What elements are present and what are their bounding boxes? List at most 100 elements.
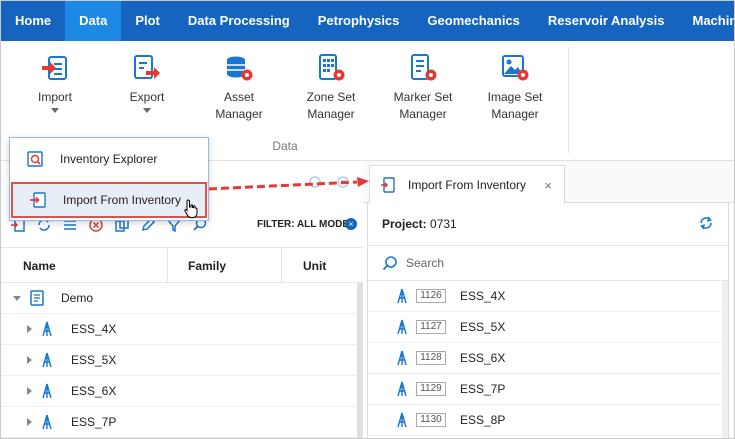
refresh-icon[interactable]: [698, 215, 714, 231]
well-id-badge: 1126: [416, 289, 446, 303]
tree-row-well[interactable]: ESS_7P: [1, 407, 357, 438]
tree-row-well[interactable]: ESS_5X: [1, 345, 357, 376]
project-info: Project: 0731: [382, 217, 457, 231]
chevron-right-icon[interactable]: [25, 418, 33, 426]
tree-row-project[interactable]: Demo: [1, 283, 357, 314]
well-icon: [397, 319, 407, 335]
export-button[interactable]: Export: [105, 53, 189, 113]
project-icon: [30, 290, 44, 306]
menu-machine-learning[interactable]: Machine Learning: [679, 1, 735, 41]
marker-set-manager-line1: Marker Set: [393, 90, 453, 104]
ribbon-group-label: Data: [272, 139, 298, 153]
right-scrollbar[interactable]: [722, 281, 728, 438]
column-name-header[interactable]: Name: [23, 259, 56, 273]
app-window: Home Data Plot Data Processing Petrophys…: [0, 0, 735, 439]
menu-home[interactable]: Home: [1, 1, 65, 41]
import-label: Import: [37, 90, 72, 104]
well-name: ESS_8P: [460, 413, 506, 427]
import-from-inventory-icon: [30, 192, 46, 208]
column-family-header[interactable]: Family: [188, 259, 226, 273]
search-icon: [382, 256, 397, 271]
well-icon: [42, 414, 52, 430]
column-unit-header[interactable]: Unit: [303, 259, 326, 273]
ribbon-divider: [568, 47, 569, 153]
menu-plot[interactable]: Plot: [121, 1, 174, 41]
marker-set-manager-button[interactable]: Marker Set Manager: [381, 53, 465, 123]
right-tab-strip: Import From Inventory ×: [363, 161, 734, 204]
asset-manager-line1: Asset: [223, 90, 254, 104]
well-list-item[interactable]: 1130 ESS_8P: [368, 405, 728, 436]
search-placeholder: Search: [406, 256, 445, 270]
chevron-right-icon[interactable]: [25, 325, 33, 333]
well-icon: [42, 383, 52, 399]
well-list-item[interactable]: 1129 ESS_7P: [368, 374, 728, 405]
export-label: Export: [129, 90, 165, 104]
column-divider[interactable]: [167, 248, 168, 282]
menu-data-processing[interactable]: Data Processing: [174, 1, 304, 41]
well-icon: [42, 321, 52, 337]
chevron-right-icon[interactable]: [25, 387, 33, 395]
image-set-gear-icon: [502, 55, 529, 81]
well-icon: [42, 352, 52, 368]
column-divider[interactable]: [281, 248, 282, 282]
well-id-badge: 1129: [416, 382, 446, 396]
project-value: 0731: [430, 217, 457, 231]
well-icon: [397, 288, 407, 304]
marker-set-manager-line2: Manager: [399, 107, 447, 121]
tree-row-well[interactable]: ESS_4X: [1, 314, 357, 345]
well-name: ESS_6X: [460, 351, 506, 365]
grid-header: Name Family Unit: [1, 247, 363, 283]
asset-manager-line2: Manager: [215, 107, 263, 121]
import-from-inventory-panel: Project: 0731 Search 1126 ESS_4X 1127 ES…: [367, 203, 729, 438]
close-tab-icon[interactable]: ×: [544, 178, 552, 193]
image-set-manager-button[interactable]: Image Set Manager: [473, 53, 557, 123]
menu-data[interactable]: Data: [65, 1, 122, 41]
well-name: ESS_5X: [460, 320, 506, 334]
inventory-search-icon: [27, 151, 43, 167]
import-button[interactable]: Import: [13, 53, 97, 113]
chevron-down-icon: [51, 108, 59, 113]
hand-cursor-icon: [184, 199, 198, 218]
zone-set-gear-icon: [319, 54, 345, 81]
zone-set-manager-line1: Zone Set: [306, 90, 356, 104]
well-name: ESS_4X: [460, 289, 506, 303]
chevron-down-icon: [143, 108, 151, 113]
clear-filter-button[interactable]: ×: [345, 218, 357, 230]
import-dropdown-menu: Inventory Explorer Import From Inventory: [9, 137, 209, 221]
well-id-badge: 1128: [416, 351, 446, 365]
tree-row-well[interactable]: ESS_6X: [1, 376, 357, 407]
well-id-badge: 1127: [416, 320, 446, 334]
well-name: ESS_7P: [460, 382, 506, 396]
tab-import-from-inventory[interactable]: Import From Inventory ×: [369, 165, 565, 204]
image-set-manager-line1: Image Set: [487, 90, 543, 104]
zone-set-manager-line2: Manager: [307, 107, 355, 121]
menu-petrophysics[interactable]: Petrophysics: [304, 1, 414, 41]
search-input[interactable]: Search: [368, 245, 728, 281]
project-label: Project:: [382, 217, 427, 231]
asset-manager-button[interactable]: Asset Manager: [197, 53, 281, 123]
tree-label: ESS_7P: [71, 415, 117, 429]
marker-set-gear-icon: [411, 54, 437, 81]
well-id-badge: 1130: [416, 413, 446, 427]
tab-label: Import From Inventory: [408, 177, 527, 192]
main-menu-bar: Home Data Plot Data Processing Petrophys…: [1, 1, 735, 41]
well-list-item[interactable]: 1128 ESS_6X: [368, 343, 728, 374]
menu-item-import-from-inventory[interactable]: Import From Inventory: [11, 182, 207, 218]
image-set-manager-line2: Manager: [491, 107, 539, 121]
tree-label: ESS_5X: [71, 353, 117, 367]
left-scrollbar[interactable]: [357, 283, 363, 438]
zone-set-manager-button[interactable]: Zone Set Manager: [289, 53, 373, 123]
menu-reservoir-analysis[interactable]: Reservoir Analysis: [534, 1, 679, 41]
chevron-right-icon[interactable]: [25, 356, 33, 364]
tree-label: ESS_6X: [71, 384, 117, 398]
export-icon: [134, 55, 160, 79]
chevron-down-icon[interactable]: [13, 294, 21, 302]
well-list-item[interactable]: 1126 ESS_4X: [368, 281, 728, 312]
well-icon: [397, 381, 407, 397]
menu-item-inventory-explorer[interactable]: Inventory Explorer: [10, 140, 208, 178]
filter-mode-label: FILTER: ALL MODE: [256, 219, 349, 230]
menu-item-label: Import From Inventory: [63, 193, 182, 207]
menu-geomechanics[interactable]: Geomechanics: [413, 1, 534, 41]
well-list-item[interactable]: 1127 ESS_5X: [368, 312, 728, 343]
import-icon: [42, 56, 67, 80]
